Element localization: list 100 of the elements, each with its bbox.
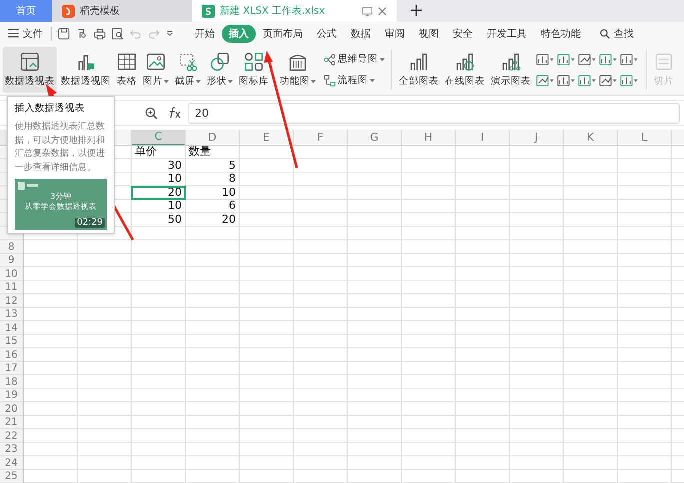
icon-grid-icon [244, 52, 264, 72]
column-header[interactable]: F [294, 130, 347, 145]
table-cell[interactable]: 5 [186, 160, 239, 172]
table-cell[interactable]: 20 [186, 214, 239, 226]
new-tab-icon[interactable] [411, 5, 422, 16]
row-header[interactable]: 25 [5, 471, 18, 482]
logo-icon [18, 182, 38, 190]
caret-icon [370, 78, 375, 82]
caret-icon [196, 80, 201, 84]
bar-chart-icon [409, 52, 429, 72]
row-header[interactable]: 8 [8, 242, 15, 252]
ribbon-button[interactable]: 流程图 [323, 73, 386, 88]
ribbon-tab[interactable]: 特色功能 [534, 24, 588, 42]
row-header[interactable]: 13 [5, 309, 18, 320]
spreadsheet-logo-icon [202, 4, 215, 18]
row-header[interactable]: 19 [5, 390, 18, 401]
print-icon[interactable] [94, 28, 106, 40]
column-header[interactable]: L [618, 130, 671, 145]
ribbon-tab[interactable]: 安全 [446, 24, 480, 42]
tooltip-description: 使用数据透视表汇总数据，可以方便地排列和汇总复杂数据，以便进一步查看详细信息。 [15, 121, 106, 174]
row-header[interactable]: 10 [5, 268, 18, 280]
ribbon-button[interactable]: 全部图表 [397, 47, 441, 93]
ribbon-tab[interactable]: 数据 [344, 24, 378, 42]
ribbon-tab[interactable]: 公式 [310, 24, 344, 42]
table-cell[interactable]: 10 [132, 173, 185, 186]
ribbon-tab[interactable]: 页面布局 [256, 24, 310, 42]
document-tab[interactable]: 稻壳模板 [52, 0, 192, 22]
tab-title: 新建 XLSX 工作表.xlsx [220, 4, 325, 18]
column-header[interactable]: K [564, 130, 617, 145]
row-header[interactable]: 22 [5, 430, 18, 442]
caret-icon[interactable] [166, 30, 174, 38]
tab-title: 稻壳模板 [80, 4, 120, 18]
caret-icon [380, 58, 385, 62]
row-header[interactable]: 11 [5, 282, 18, 293]
column-header[interactable]: G [348, 130, 401, 145]
ribbon-tab[interactable]: 开发工具 [480, 24, 534, 42]
table-cell[interactable]: 20 [132, 186, 185, 199]
flowchart-icon [324, 74, 336, 86]
zoom-icon[interactable] [145, 106, 158, 120]
table-cell[interactable]: 数量 [186, 146, 239, 158]
table-cell[interactable]: 10 [186, 186, 239, 199]
picture-icon [146, 52, 166, 72]
duration-badge: 02:29 [75, 218, 105, 228]
column-header[interactable]: H [402, 130, 455, 145]
table-cell[interactable]: 8 [186, 173, 239, 186]
print-preview-icon[interactable] [112, 28, 124, 40]
ribbon-button[interactable]: 在线图表 [443, 47, 487, 93]
table-cell[interactable]: 30 [132, 160, 185, 172]
row-header[interactable]: 24 [5, 458, 18, 468]
row-header[interactable]: 17 [5, 363, 18, 374]
table-cell[interactable]: 10 [132, 200, 185, 212]
row-header[interactable]: 16 [5, 350, 18, 360]
file-menu-button[interactable]: 文件 [6, 24, 45, 42]
column-header[interactable]: J [510, 130, 563, 145]
formula-input[interactable]: 20 [188, 102, 680, 124]
ribbon-tab[interactable]: 审阅 [378, 24, 412, 42]
mind-map-icon [324, 54, 336, 66]
video-heading: 3分钟 [50, 191, 72, 202]
ribbon-button[interactable]: 截屏 [173, 47, 203, 93]
row-header[interactable]: 15 [5, 336, 18, 347]
row-header[interactable]: 20 [5, 404, 18, 414]
caret-icon [311, 80, 316, 84]
table-cell[interactable]: 6 [186, 200, 239, 212]
row-header[interactable]: 18 [5, 376, 18, 388]
tab-title: 首页 [16, 5, 36, 18]
caret-icon [228, 80, 233, 84]
column-header[interactable]: E [240, 130, 293, 145]
format-painter-icon[interactable] [76, 28, 88, 40]
ribbon-button[interactable]: 演示图表 [489, 47, 533, 93]
column-header[interactable]: I [456, 130, 509, 145]
ribbon-button[interactable]: 功能图 [278, 47, 318, 93]
caret-icon [164, 80, 169, 84]
ribbon-tab[interactable]: 开始 [188, 24, 222, 42]
tooltip-title: 插入数据透视表 [15, 102, 86, 115]
ribbon-button[interactable]: 思维导图 [323, 52, 386, 67]
close-icon[interactable] [378, 6, 387, 16]
column-header[interactable]: D [186, 130, 239, 145]
ribbon-button[interactable]: 表格 [115, 47, 139, 93]
globe-chart-icon [455, 52, 475, 72]
ribbon-button[interactable]: 数据透视图 [59, 47, 113, 93]
ribbon-tab[interactable]: 视图 [412, 24, 446, 42]
row-header[interactable]: 9 [8, 255, 15, 266]
network-chart-icon [501, 52, 521, 72]
monitor-icon[interactable] [362, 6, 373, 16]
table-cell[interactable]: 单价 [132, 146, 185, 158]
ribbon-button[interactable]: 图标库 [237, 47, 271, 93]
shapes-icon [210, 52, 230, 72]
row-header[interactable]: 23 [5, 444, 18, 455]
save-icon[interactable] [58, 28, 70, 40]
slicer-icon [654, 52, 674, 72]
pivot-table-icon [20, 52, 40, 72]
table-cell[interactable]: 50 [132, 214, 185, 226]
ribbon-button[interactable]: 形状 [205, 47, 235, 93]
row-header[interactable]: 12 [5, 296, 18, 306]
ribbon-button[interactable]: 数据透视表 [3, 47, 57, 93]
table-icon [117, 52, 137, 72]
search-button[interactable]: 查找 [598, 24, 636, 42]
ribbon-button[interactable]: 图片 [141, 47, 171, 93]
row-header[interactable]: 21 [5, 417, 18, 428]
row-header[interactable]: 14 [5, 322, 18, 334]
